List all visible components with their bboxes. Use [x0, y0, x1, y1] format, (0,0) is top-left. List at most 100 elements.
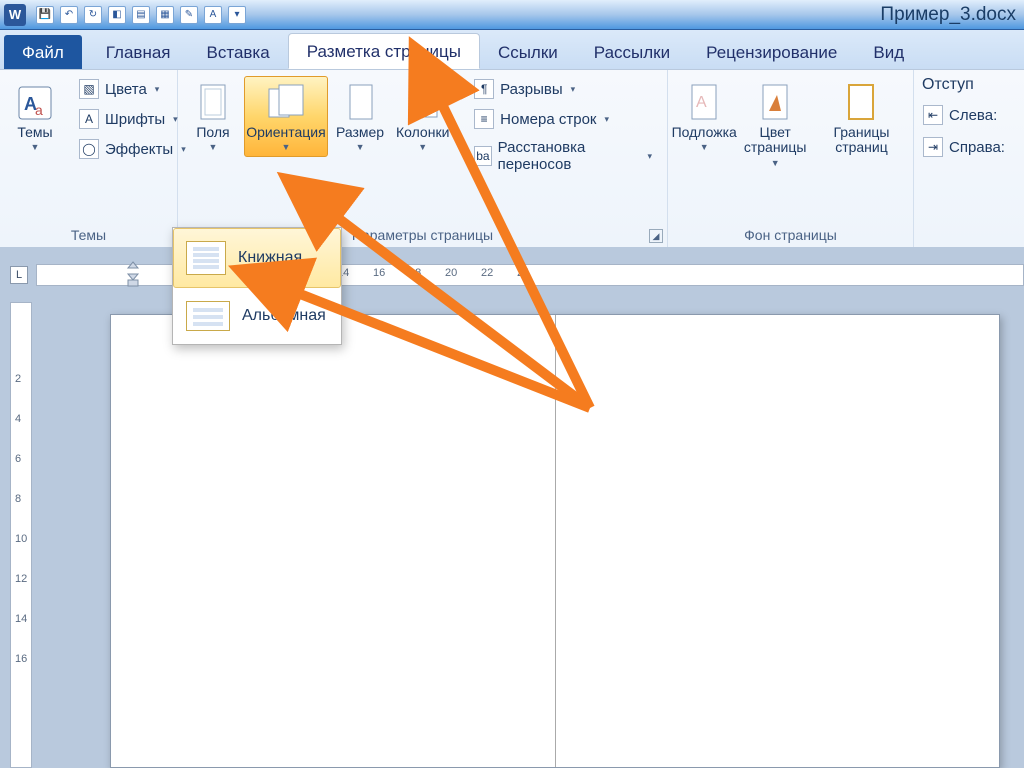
group-page-background: A Подложка ▼ Цвет страницы ▼ Границы стр… [668, 70, 914, 247]
chevron-down-icon: ▾ [571, 84, 576, 95]
group-themes: Aa Темы ▼ ▧ Цвета ▾ A Шрифты ▾ ◯ Эфф [0, 70, 178, 247]
document-title: Пример_3.docx [880, 0, 1016, 30]
margins-icon [191, 81, 235, 125]
chevron-down-icon: ▼ [209, 142, 218, 152]
word-app-icon: W [4, 4, 26, 26]
line-numbers-button[interactable]: ≡ Номера строк ▾ [467, 106, 659, 132]
orientation-icon [264, 81, 308, 125]
group-indent: Отступ ⇤ Слева: ⇥ Справа: [914, 70, 1024, 247]
theme-fonts-button[interactable]: A Шрифты ▾ [72, 106, 193, 132]
themes-icon: Aa [13, 81, 57, 125]
theme-colors-label: Цвета [105, 81, 147, 98]
qat-icon[interactable]: ▦ [156, 6, 174, 24]
tab-review[interactable]: Рецензирование [688, 35, 855, 69]
ribbon: Aa Темы ▼ ▧ Цвета ▾ A Шрифты ▾ ◯ Эфф [0, 70, 1024, 248]
columns-icon [401, 81, 445, 125]
indent-left-icon: ⇤ [923, 105, 943, 125]
qat-icon[interactable]: ✎ [180, 6, 198, 24]
ruler-tick: 24 [517, 267, 529, 279]
page-color-icon [753, 81, 797, 125]
hyphenation-button[interactable]: ba Расстановка переносов ▾ [467, 136, 659, 176]
breaks-label: Разрывы [500, 81, 562, 98]
portrait-page-icon [186, 241, 226, 275]
chevron-down-icon: ▼ [418, 142, 427, 152]
orientation-portrait-label: Книжная [238, 249, 302, 267]
breaks-button[interactable]: ¶ Разрывы ▾ [467, 76, 659, 102]
orientation-landscape-item[interactable]: Альбомная [173, 288, 341, 344]
ruler-tick: 8 [15, 493, 21, 505]
hyphenation-label: Расстановка переносов [498, 139, 640, 173]
hyphenation-icon: ba [474, 146, 491, 166]
theme-colors-button[interactable]: ▧ Цвета ▾ [72, 76, 193, 102]
tab-page-layout[interactable]: Разметка страницы [288, 33, 480, 69]
line-numbers-icon: ≡ [474, 109, 494, 129]
indent-right-row[interactable]: ⇥ Справа: [922, 136, 1006, 158]
theme-fonts-label: Шрифты [105, 111, 165, 128]
indent-heading: Отступ [922, 76, 974, 94]
qat-icon[interactable]: ▾ [228, 6, 246, 24]
chevron-down-icon: ▼ [700, 142, 709, 152]
tab-selector-icon[interactable]: L [10, 266, 28, 284]
chevron-down-icon: ▼ [771, 158, 780, 168]
document-page[interactable] [110, 314, 1000, 768]
ruler-tick: 16 [373, 267, 385, 279]
ruler-tick: 22 [481, 267, 493, 279]
ribbon-tabs: Файл Главная Вставка Разметка страницы С… [0, 30, 1024, 70]
tab-home[interactable]: Главная [88, 35, 189, 69]
orientation-button[interactable]: Ориентация ▼ [244, 76, 328, 157]
qat-redo-icon[interactable]: ↻ [84, 6, 102, 24]
theme-effects-label: Эффекты [105, 141, 173, 158]
tab-file[interactable]: Файл [4, 35, 82, 69]
group-page-bg-label: Фон страницы [676, 223, 905, 247]
tab-mailings[interactable]: Рассылки [576, 35, 688, 69]
document-workspace: L 14 16 18 20 22 24 2 4 6 8 10 12 14 16 [0, 248, 1024, 768]
orientation-portrait-item[interactable]: Книжная [173, 228, 341, 288]
chevron-down-icon: ▾ [604, 114, 609, 125]
ruler-tick: 6 [15, 453, 21, 465]
qat-icon[interactable]: A [204, 6, 222, 24]
watermark-label: Подложка [672, 125, 737, 140]
page-color-button[interactable]: Цвет страницы ▼ [736, 76, 814, 173]
orientation-dropdown: Книжная Альбомная [172, 227, 342, 345]
svg-text:a: a [35, 102, 43, 118]
page-color-label: Цвет страницы [743, 125, 807, 156]
page-column-divider [555, 315, 556, 767]
group-page-setup: Поля ▼ Ориентация ▼ Размер ▼ Колонки ▼ ¶ [178, 70, 668, 247]
orientation-landscape-label: Альбомная [242, 307, 326, 325]
palette-icon: ▧ [79, 79, 99, 99]
qat-save-icon[interactable]: 💾 [36, 6, 54, 24]
qat-icon[interactable]: ▤ [132, 6, 150, 24]
theme-effects-button[interactable]: ◯ Эффекты ▾ [72, 136, 193, 162]
themes-button[interactable]: Aa Темы ▼ [8, 76, 62, 157]
line-numbers-label: Номера строк [500, 111, 596, 128]
title-bar: W 💾 ↶ ↻ ◧ ▤ ▦ ✎ A ▾ Пример_3.docx [0, 0, 1024, 30]
chevron-down-icon: ▾ [155, 84, 160, 95]
tab-insert[interactable]: Вставка [189, 35, 288, 69]
ruler-tick: 10 [15, 533, 27, 545]
landscape-page-icon [186, 301, 230, 331]
qat-undo-icon[interactable]: ↶ [60, 6, 78, 24]
vertical-ruler[interactable]: 2 4 6 8 10 12 14 16 [10, 302, 32, 768]
qat-icon[interactable]: ◧ [108, 6, 126, 24]
page-borders-button[interactable]: Границы страниц [818, 76, 905, 161]
ruler-tick: 4 [15, 413, 21, 425]
tab-references[interactable]: Ссылки [480, 35, 576, 69]
columns-button[interactable]: Колонки ▼ [392, 76, 453, 157]
indent-marker-icon[interactable] [126, 260, 140, 288]
indent-left-row[interactable]: ⇤ Слева: [922, 104, 998, 126]
size-label: Размер [336, 125, 384, 140]
page-setup-launcher-icon[interactable]: ◢ [649, 229, 663, 243]
group-indent-label [922, 223, 1016, 247]
watermark-icon: A [682, 81, 726, 125]
columns-label: Колонки [396, 125, 449, 140]
size-button[interactable]: Размер ▼ [332, 76, 388, 157]
indent-right-icon: ⇥ [923, 137, 943, 157]
tab-view[interactable]: Вид [855, 35, 922, 69]
margins-label: Поля [196, 125, 229, 140]
ruler-tick: 2 [15, 373, 21, 385]
chevron-down-icon: ▼ [356, 142, 365, 152]
watermark-button[interactable]: A Подложка ▼ [676, 76, 732, 157]
chevron-down-icon: ▾ [173, 114, 178, 125]
margins-button[interactable]: Поля ▼ [186, 76, 240, 157]
ruler-tick: 16 [15, 653, 27, 665]
